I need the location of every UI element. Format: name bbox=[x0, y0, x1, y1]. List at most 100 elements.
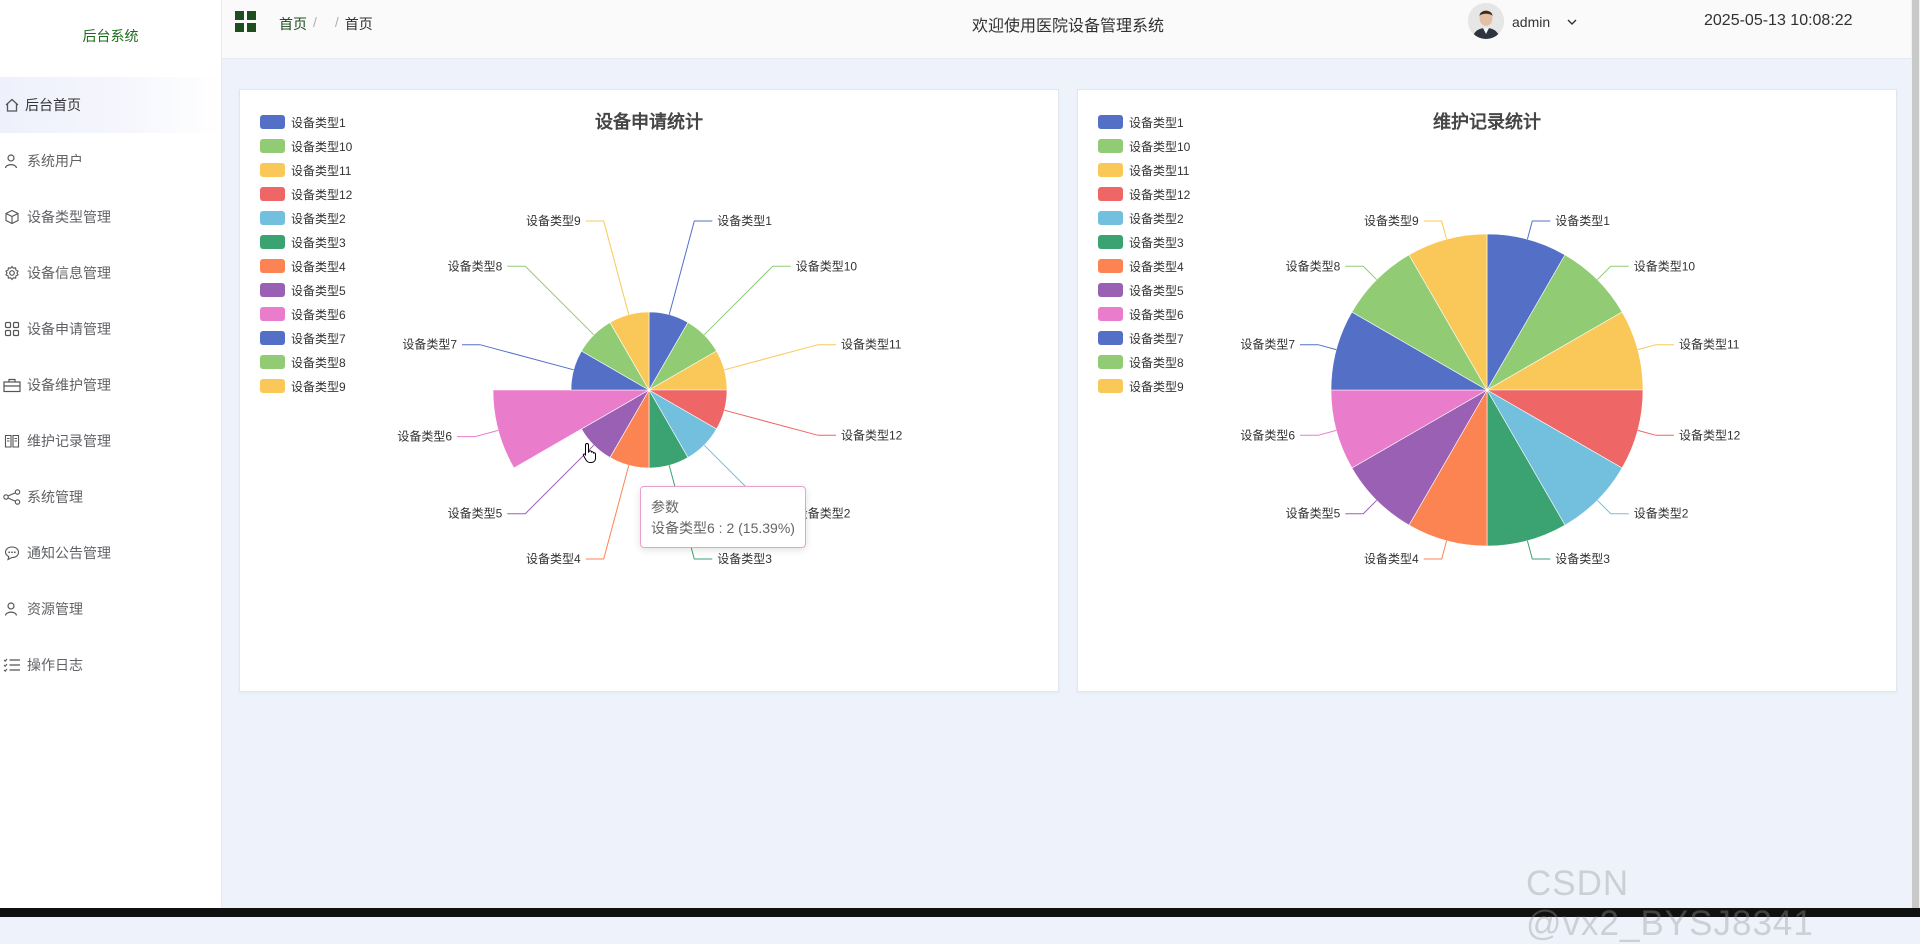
sidebar-item-label: 设备类型管理 bbox=[27, 209, 111, 225]
sidebar-item-device-requests[interactable]: 设备申请管理 bbox=[0, 301, 221, 357]
list-icon bbox=[3, 656, 21, 674]
legend-label: 设备类型8 bbox=[291, 355, 346, 370]
sidebar-item-users[interactable]: 系统用户 bbox=[0, 133, 221, 189]
pie-label-line bbox=[724, 344, 836, 371]
legend-item[interactable]: 设备类型11 bbox=[1098, 158, 1190, 182]
legend-item[interactable]: 设备类型4 bbox=[260, 254, 352, 278]
pie-slice-label: 设备类型11 bbox=[1679, 338, 1740, 352]
legend-swatch bbox=[1098, 283, 1123, 297]
pie-slice-label: 设备类型9 bbox=[526, 214, 581, 228]
users-icon bbox=[3, 600, 21, 618]
sidebar-item-device-types[interactable]: 设备类型管理 bbox=[0, 189, 221, 245]
vertical-scrollbar[interactable] bbox=[1911, 0, 1920, 908]
pie-slice-label: 设备类型4 bbox=[1364, 552, 1419, 566]
legend-item[interactable]: 设备类型2 bbox=[260, 206, 352, 230]
legend-swatch bbox=[260, 235, 285, 249]
legend-item[interactable]: 设备类型12 bbox=[1098, 182, 1190, 206]
legend-label: 设备类型2 bbox=[291, 211, 346, 226]
sidebar-item-logs[interactable]: 操作日志 bbox=[0, 637, 221, 693]
pie-slice-label: 设备类型7 bbox=[1240, 338, 1295, 352]
legend-label: 设备类型2 bbox=[1129, 211, 1184, 226]
legend-item[interactable]: 设备类型11 bbox=[260, 158, 352, 182]
chart-legend: 设备类型1 设备类型10 设备类型11 设备类型12 设备类型2 设备类型3 设备类型4 设备… bbox=[1098, 110, 1190, 398]
sidebar-item-label: 资源管理 bbox=[27, 601, 83, 617]
sidebar-item-device-info[interactable]: 设备信息管理 bbox=[0, 245, 221, 301]
pie-label-line bbox=[1637, 429, 1674, 436]
avatar[interactable] bbox=[1468, 3, 1504, 39]
legend-label: 设备类型4 bbox=[291, 259, 346, 274]
sidebar-item-home[interactable]: 后台首页 bbox=[0, 77, 221, 133]
legend-label: 设备类型9 bbox=[291, 379, 346, 394]
menu-toggle-icon[interactable] bbox=[235, 11, 256, 37]
username-label[interactable]: admin bbox=[1512, 14, 1550, 30]
pie-slice-label: 设备类型5 bbox=[1286, 507, 1341, 521]
pie-slice-label: 设备类型6 bbox=[397, 430, 452, 444]
share-icon bbox=[3, 488, 21, 506]
device-request-pie-chart: 设备类型1设备类型10设备类型11设备类型12设备类型2设备类型3设备类型4设备… bbox=[397, 214, 903, 566]
legend-item[interactable]: 设备类型1 bbox=[1098, 110, 1190, 134]
pie-label-line bbox=[585, 465, 630, 560]
legend-item[interactable]: 设备类型2 bbox=[1098, 206, 1190, 230]
legend-item[interactable]: 设备类型8 bbox=[260, 350, 352, 374]
pie-slice-label: 设备类型3 bbox=[717, 552, 772, 566]
chevron-down-icon[interactable] bbox=[1566, 15, 1578, 33]
legend-item[interactable]: 设备类型8 bbox=[1098, 350, 1190, 374]
legend-label: 设备类型1 bbox=[1129, 115, 1184, 130]
legend-item[interactable]: 设备类型7 bbox=[1098, 326, 1190, 350]
legend-item[interactable]: 设备类型10 bbox=[1098, 134, 1190, 158]
legend-item[interactable]: 设备类型9 bbox=[260, 374, 352, 398]
breadcrumb-home-link[interactable]: 首页 bbox=[279, 14, 307, 34]
legend-item[interactable]: 设备类型3 bbox=[260, 230, 352, 254]
device-request-chart-card: 设备类型1 设备类型10 设备类型11 设备类型12 设备类型2 设备类型3 设备类型4 设备… bbox=[239, 89, 1059, 692]
scrollbar-thumb[interactable] bbox=[1912, 0, 1919, 908]
pie-slices bbox=[492, 311, 728, 469]
legend-item[interactable]: 设备类型12 bbox=[260, 182, 352, 206]
sidebar-item-label: 设备申请管理 bbox=[27, 321, 111, 337]
legend-swatch bbox=[260, 115, 285, 129]
pie-label-line bbox=[1345, 499, 1378, 515]
legend-label: 设备类型10 bbox=[291, 139, 353, 154]
legend-swatch bbox=[260, 331, 285, 345]
pie-label-line bbox=[1423, 540, 1448, 560]
legend-item[interactable]: 设备类型6 bbox=[260, 302, 352, 326]
welcome-title: 欢迎使用医院设备管理系统 bbox=[972, 18, 1165, 35]
chat-icon bbox=[3, 544, 21, 562]
sidebar-item-resources[interactable]: 资源管理 bbox=[0, 581, 221, 637]
breadcrumb-separator: / bbox=[334, 14, 339, 30]
legend-label: 设备类型7 bbox=[291, 331, 346, 346]
legend-item[interactable]: 设备类型6 bbox=[1098, 302, 1190, 326]
pie-slice-label: 设备类型5 bbox=[448, 507, 503, 521]
pie-label-line bbox=[1345, 265, 1378, 281]
sidebar-item-maintenance-records[interactable]: 维护记录管理 bbox=[0, 413, 221, 469]
legend-item[interactable]: 设备类型5 bbox=[260, 278, 352, 302]
pie-slice-label: 设备类型12 bbox=[841, 428, 903, 442]
pie-label-line bbox=[1300, 344, 1337, 351]
sidebar-item-device-maintenance[interactable]: 设备维护管理 bbox=[0, 357, 221, 413]
legend-swatch bbox=[1098, 163, 1123, 177]
chart-title: 维护记录统计 bbox=[1433, 112, 1541, 132]
legend-item[interactable]: 设备类型7 bbox=[260, 326, 352, 350]
pie-label-line bbox=[1596, 265, 1629, 281]
pie-label-line bbox=[507, 265, 595, 336]
maintenance-record-pie-chart: 设备类型1 设备类型10 设备类型11 设备类型12 设备类型2 设备类型3 设备类型4 设备… bbox=[1240, 214, 1741, 566]
pie-slices bbox=[1330, 233, 1644, 547]
legend-label: 设备类型8 bbox=[1129, 355, 1184, 370]
sidebar-item-notices[interactable]: 通知公告管理 bbox=[0, 525, 221, 581]
home-icon bbox=[3, 96, 21, 114]
legend-label: 设备类型5 bbox=[1129, 283, 1184, 298]
legend-item[interactable]: 设备类型3 bbox=[1098, 230, 1190, 254]
pie-slice-label: 设备类型1 bbox=[1555, 214, 1610, 228]
legend-swatch bbox=[260, 139, 285, 153]
legend-label: 设备类型11 bbox=[291, 163, 352, 178]
legend-item[interactable]: 设备类型9 bbox=[1098, 374, 1190, 398]
pie-label-line bbox=[1423, 220, 1448, 240]
pie-slice-label: 设备类型11 bbox=[841, 338, 902, 352]
pie-label-line bbox=[724, 409, 836, 436]
legend-item[interactable]: 设备类型4 bbox=[1098, 254, 1190, 278]
legend-item[interactable]: 设备类型5 bbox=[1098, 278, 1190, 302]
sidebar-item-system[interactable]: 系统管理 bbox=[0, 469, 221, 525]
pie-slice-label: 设备类型12 bbox=[1679, 428, 1741, 442]
legend-label: 设备类型9 bbox=[1129, 379, 1184, 394]
legend-item[interactable]: 设备类型1 bbox=[260, 110, 352, 134]
legend-item[interactable]: 设备类型10 bbox=[260, 134, 352, 158]
